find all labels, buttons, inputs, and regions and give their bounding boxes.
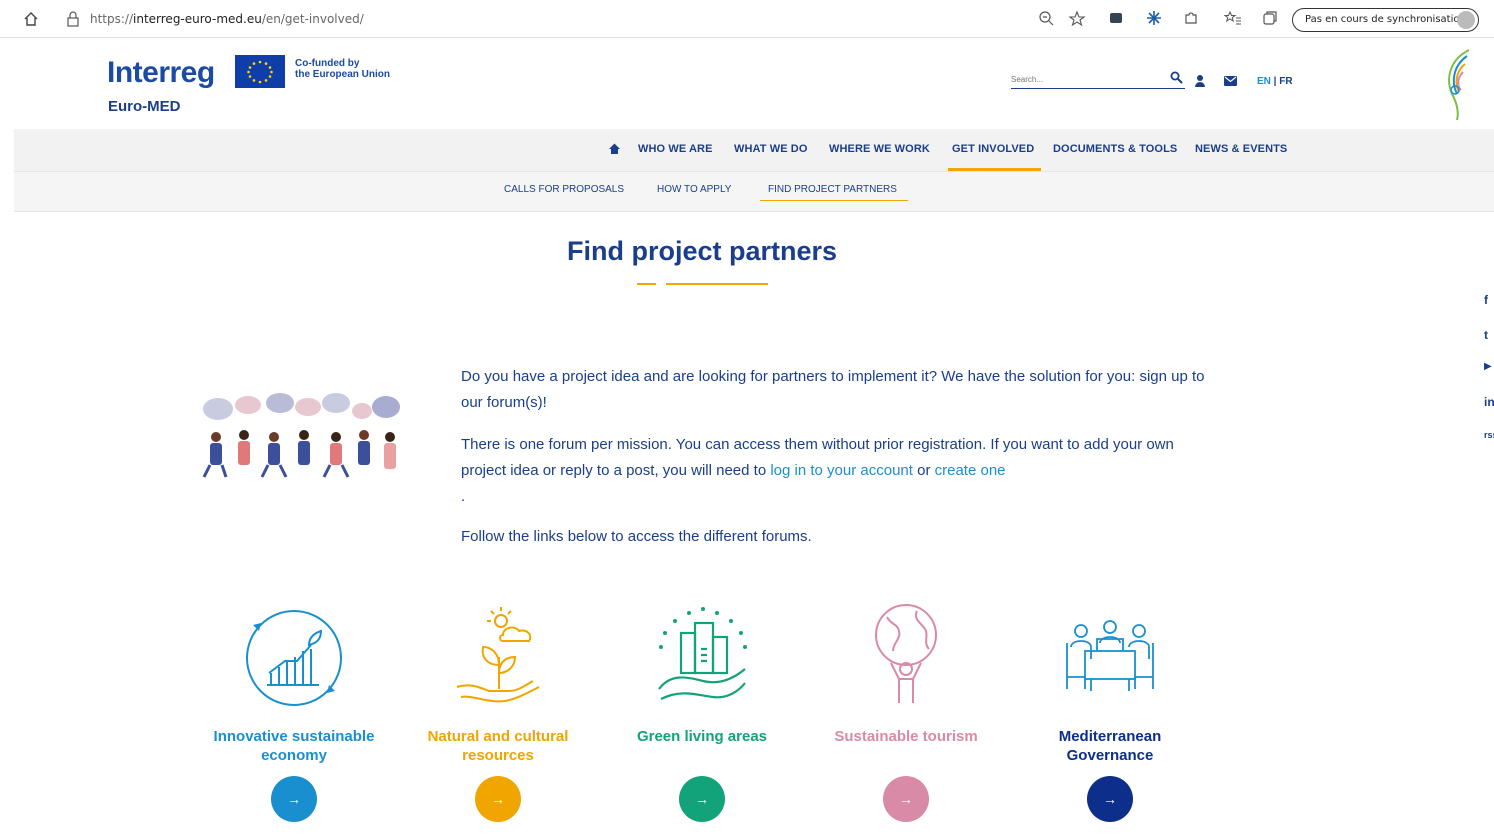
cofunded-label: Co-funded by the European Union [295,58,390,80]
people-discussion-illustration [202,393,400,478]
mission-green-living-areas[interactable]: Green living areas → [612,603,792,822]
snowflake-extension-icon[interactable] [1146,10,1162,26]
login-link[interactable]: log in to your account [770,462,913,479]
youtube-icon[interactable]: ▶ [1484,361,1492,372]
browser-toolbar: https://interreg-euro-med.eu/en/get-invo… [0,0,1494,38]
subnav-active-indicator [760,200,908,201]
site-header: Interreg Co-funded by the European Union… [14,38,1494,129]
nav-who-we-are[interactable]: WHO WE ARE [638,143,713,155]
create-account-link[interactable]: create one [935,462,1006,479]
mission-natural-cultural-resources[interactable]: Natural and cultural resources → [408,603,588,822]
nav-news-events[interactable]: NEWS & EVENTS [1195,143,1287,155]
meeting-table-icon [1066,620,1154,691]
linkedin-icon[interactable]: in [1484,395,1494,409]
favorites-icon[interactable] [1224,10,1242,26]
favorite-add-icon[interactable] [1068,10,1086,28]
language-switcher: EN | FR [1257,76,1293,87]
user-account-icon[interactable] [1194,74,1206,88]
nav-documents-tools[interactable]: DOCUMENTS & TOOLS [1053,143,1177,155]
subnav-calls-for-proposals[interactable]: CALLS FOR PROPOSALS [504,184,624,195]
mission-sustainable-tourism[interactable]: Sustainable tourism → [816,603,996,822]
sync-status-label: Pas en cours de synchronisation [1305,14,1466,25]
nav-get-involved[interactable]: GET INVOLVED [952,143,1034,155]
main-navigation: WHO WE ARE WHAT WE DO WHERE WE WORK GET … [14,129,1494,171]
plant-hand-sun-icon [456,607,540,703]
search-input[interactable] [1011,70,1161,89]
mission-label: Mediterranean Governance [1058,728,1162,764]
subnav-how-to-apply[interactable]: HOW TO APPLY [657,184,731,195]
subnav-find-project-partners[interactable]: FIND PROJECT PARTNERS [768,184,897,195]
search-field[interactable] [1011,69,1185,89]
address-bar[interactable]: https://interreg-euro-med.eu/en/get-invo… [90,12,364,26]
zoom-icon[interactable] [1038,10,1054,26]
twitter-icon[interactable]: t [1484,328,1488,342]
green-city-icon [658,607,747,700]
title-divider-short [637,283,656,285]
nav-what-we-do[interactable]: WHAT WE DO [734,143,808,155]
mission-label: Natural and cultural resources [427,728,569,764]
web-page: Interreg Co-funded by the European Union… [14,38,1494,837]
lang-en-link[interactable]: EN [1257,76,1271,87]
home-icon[interactable] [608,142,621,155]
forum-info-paragraph: There is one forum per mission. You can … [461,436,1174,505]
extension-icon[interactable] [1108,10,1124,26]
title-divider-long [666,283,768,285]
profile-sync-button[interactable]: Pas en cours de synchronisation [1292,8,1479,32]
lang-fr-link[interactable]: FR [1279,76,1292,87]
mission-arrow-button[interactable]: → [883,776,929,822]
mission-mediterranean-governance[interactable]: Mediterranean Governance → [1020,603,1200,822]
mission-arrow-button[interactable]: → [1087,776,1133,822]
mission-arrow-button[interactable]: → [475,776,521,822]
puzzle-icon[interactable] [1183,10,1199,26]
interreg-logo[interactable]: Interreg [107,56,215,90]
mission-label: Sustainable tourism [834,728,978,745]
search-icon[interactable] [1170,71,1183,84]
mission-label: Innovative sustainable economy [213,728,375,764]
eu-flag-logo [235,55,285,88]
home-icon[interactable] [22,10,40,28]
collections-icon[interactable] [1262,10,1278,26]
page-title: Find project partners [566,236,838,266]
mission-label: Green living areas [636,728,768,745]
avatar [1457,11,1475,29]
follow-links-paragraph: Follow the links below to access the dif… [461,528,812,545]
rss-icon[interactable]: rss [1484,430,1494,440]
euromed-feather-emblem [1448,49,1470,121]
sub-navigation: CALLS FOR PROPOSALS HOW TO APPLY FIND PR… [14,171,1494,212]
euromed-label: Euro-MED [108,98,181,115]
person-globe-icon [875,604,937,703]
nav-where-we-work[interactable]: WHERE WE WORK [829,143,930,155]
lock-icon[interactable] [66,11,80,27]
mail-icon[interactable] [1224,76,1237,86]
mission-arrow-button[interactable]: → [271,776,317,822]
growth-chart-icon [246,610,342,706]
facebook-icon[interactable]: f [1484,293,1488,307]
intro-paragraph: Do you have a project idea and are looki… [461,368,1205,411]
mission-arrow-button[interactable]: → [679,776,725,822]
mission-innovative-economy[interactable]: Innovative sustainable economy → [204,603,384,822]
